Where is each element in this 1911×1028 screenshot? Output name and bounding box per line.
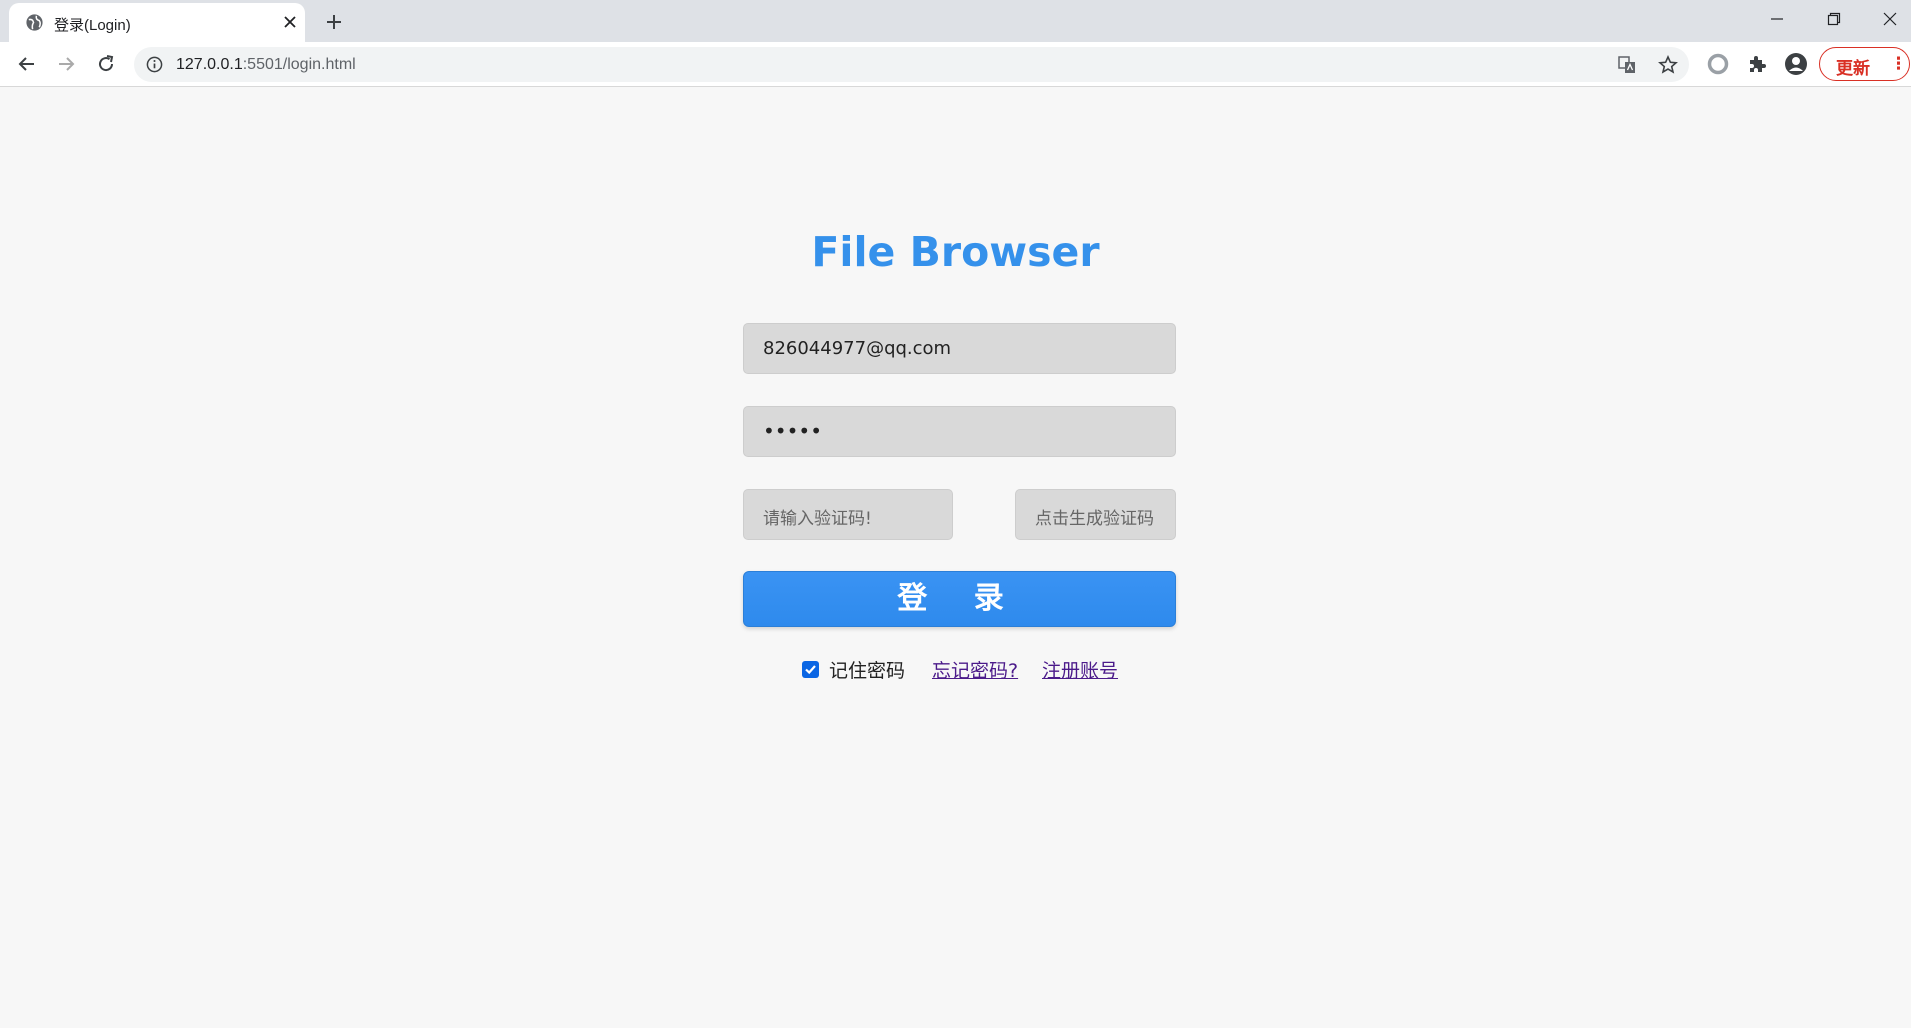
menu-dots-icon[interactable]: ⋮: [1890, 54, 1907, 74]
remember-label: 记住密码: [829, 660, 906, 682]
minimize-icon[interactable]: [1760, 6, 1794, 32]
captcha-placeholder: 请输入验证码!: [763, 509, 872, 529]
email-value: 826044977@qq.com: [763, 338, 952, 359]
password-value: •••••: [763, 419, 822, 443]
generate-captcha-button[interactable]: 点击生成验证码: [1015, 489, 1176, 540]
url-text[interactable]: 127.0.0.1:5501/login.html: [176, 56, 356, 74]
url-host: 127.0.0.1: [176, 56, 243, 73]
info-icon[interactable]: [146, 56, 163, 73]
update-label: 更新: [1836, 59, 1870, 78]
globe-icon: [25, 13, 44, 32]
page-title: File Browser: [811, 228, 1100, 276]
login-button[interactable]: 登 录: [743, 571, 1176, 627]
captcha-input[interactable]: 请输入验证码!: [743, 489, 953, 540]
restore-icon[interactable]: [1817, 6, 1851, 32]
close-icon[interactable]: [279, 11, 301, 33]
reload-icon[interactable]: [91, 49, 121, 79]
generate-captcha-label: 点击生成验证码: [1035, 509, 1154, 529]
register-link[interactable]: 注册账号: [1042, 656, 1118, 683]
forward-icon[interactable]: [51, 49, 81, 79]
address-bar[interactable]: 127.0.0.1:5501/login.html: [134, 47, 1689, 82]
url-path: :5501/login.html: [242, 56, 356, 73]
star-icon[interactable]: [1656, 53, 1680, 77]
remember-password[interactable]: 记住密码: [802, 656, 905, 683]
tab-strip: 登录(Login): [0, 0, 1911, 42]
tab-title: 登录(Login): [54, 17, 131, 34]
plus-icon[interactable]: [320, 8, 348, 36]
browser-toolbar: 127.0.0.1:5501/login.html 更新 ⋮: [0, 42, 1911, 87]
back-icon[interactable]: [12, 49, 42, 79]
translate-icon[interactable]: [1615, 53, 1639, 77]
browser-tab[interactable]: 登录(Login): [9, 3, 305, 42]
account-icon[interactable]: [1781, 49, 1811, 79]
update-button[interactable]: 更新 ⋮: [1819, 47, 1910, 81]
close-window-icon[interactable]: [1873, 6, 1907, 32]
forgot-password-link[interactable]: 忘记密码?: [932, 656, 1018, 683]
puzzle-icon[interactable]: [1742, 49, 1772, 79]
extension-circle-icon[interactable]: [1703, 49, 1733, 79]
remember-checkbox[interactable]: [802, 661, 819, 678]
email-field[interactable]: 826044977@qq.com: [743, 323, 1176, 374]
password-field[interactable]: •••••: [743, 406, 1176, 457]
